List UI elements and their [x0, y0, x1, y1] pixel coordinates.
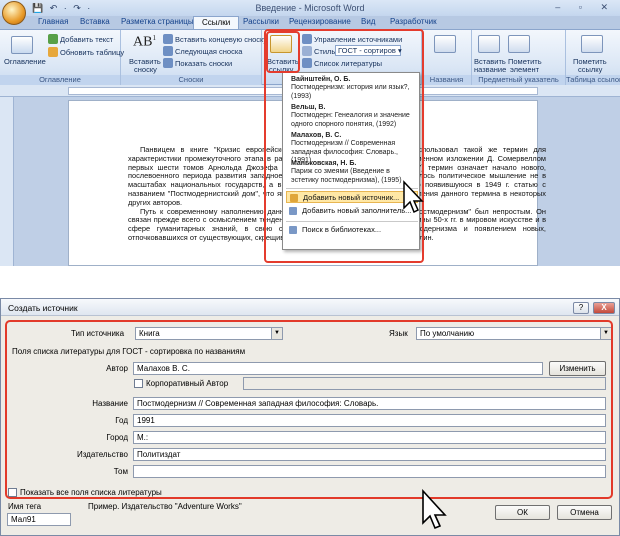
- add-text-button[interactable]: Добавить текст: [60, 35, 113, 44]
- insert-caption-big-icon: [478, 35, 500, 53]
- mark-entry-line2[interactable]: элемент: [510, 65, 539, 74]
- group-index: Вставить название Пометить элемент Предм…: [472, 30, 566, 85]
- tag-name-field[interactable]: Мал91: [7, 513, 71, 526]
- tag-name-label: Имя тега: [8, 502, 42, 511]
- tab-developer[interactable]: Разработчик: [390, 17, 437, 26]
- next-footnote-button[interactable]: Следующая сноска: [175, 47, 242, 56]
- tab-view[interactable]: Вид: [361, 17, 375, 26]
- mark-citation-icon: [581, 35, 603, 53]
- group-label-index: Предметный указатель: [472, 75, 565, 85]
- tab-references[interactable]: Ссылки: [193, 16, 240, 29]
- ok-button[interactable]: ОК: [495, 505, 550, 520]
- highlight-insert-citation: [266, 31, 300, 73]
- title-bar: 💾 ↶ · ↷ · Введение - Microsoft Word – ▫ …: [0, 0, 620, 16]
- window-title: Введение - Microsoft Word: [255, 3, 365, 13]
- footnote-ab-icon: AB1: [133, 34, 156, 50]
- show-notes-button[interactable]: Показать сноски: [175, 59, 232, 68]
- help-button[interactable]: ?: [573, 302, 589, 314]
- endnote-icon: [163, 34, 173, 44]
- separator-space: [0, 266, 620, 298]
- tab-review[interactable]: Рецензирование: [289, 17, 351, 26]
- group-toc: Оглавление Добавить текст Обновить табли…: [0, 30, 124, 85]
- vertical-ruler: [0, 97, 14, 266]
- mark-citation-line2[interactable]: ссылку: [578, 65, 602, 74]
- tab-mailings[interactable]: Рассылки: [243, 17, 279, 26]
- mark-entry-icon: [508, 35, 530, 53]
- dialog-title-bar: Создать источник ? X: [1, 299, 619, 316]
- group-captions: Названия: [422, 30, 472, 85]
- tab-page-layout[interactable]: Разметка страницы: [121, 17, 194, 26]
- add-text-icon: [48, 34, 58, 44]
- update-table-icon: [48, 47, 58, 57]
- cancel-button[interactable]: Отмена: [557, 505, 612, 520]
- word-window: 💾 ↶ · ↷ · Введение - Microsoft Word – ▫ …: [0, 0, 620, 266]
- group-label-captions: Названия: [422, 75, 471, 85]
- toc-button[interactable]: Оглавление: [4, 57, 46, 66]
- window-controls[interactable]: – ▫ ✕: [555, 2, 616, 13]
- mouse-pointer-icon: [422, 489, 447, 530]
- dialog-title: Создать источник: [8, 303, 78, 313]
- highlight-frame: [5, 320, 613, 499]
- insert-caption-icon: [434, 35, 456, 53]
- group-toa: Пометить ссылку Таблица ссылок: [566, 30, 620, 85]
- mouse-pointer-icon: [403, 180, 424, 214]
- create-source-dialog: Создать источник ? X Тип источника Книга…: [0, 298, 620, 536]
- update-table-button[interactable]: Обновить таблицу: [60, 48, 124, 57]
- close-button[interactable]: X: [593, 302, 615, 314]
- tab-insert[interactable]: Вставка: [80, 17, 110, 26]
- ribbon-tabs: Главная Вставка Разметка страницы Ссылки…: [0, 16, 620, 29]
- group-label-footnotes: Сноски: [121, 75, 261, 85]
- group-label-toa: Таблица ссылок: [566, 75, 620, 85]
- example-text: Пример. Издательство "Adventure Works": [88, 502, 242, 511]
- group-label-toc: Оглавление: [0, 75, 120, 85]
- insert-endnote-button[interactable]: Вставить концевую сноску: [175, 35, 267, 44]
- tab-home[interactable]: Главная: [38, 17, 68, 26]
- toc-icon: [11, 36, 33, 54]
- insert-caption-line2[interactable]: название: [474, 65, 506, 74]
- insert-footnote-line2[interactable]: сноску: [134, 65, 157, 74]
- show-notes-icon: [163, 58, 173, 68]
- group-footnotes: AB1 Вставить сноску Вставить концевую сн…: [121, 30, 267, 85]
- next-footnote-icon: [163, 46, 173, 56]
